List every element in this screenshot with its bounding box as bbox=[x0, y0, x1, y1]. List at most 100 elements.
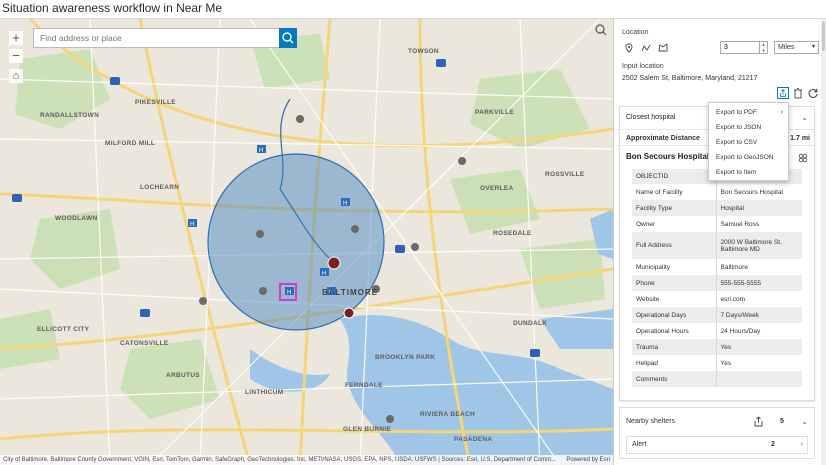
polygon-tool-icon[interactable] bbox=[658, 43, 668, 53]
scroll-thumb[interactable] bbox=[822, 21, 825, 51]
attr-key: Comments bbox=[632, 371, 717, 387]
attr-key: Helipad bbox=[632, 355, 717, 371]
attr-key: Trauma bbox=[632, 339, 717, 355]
zoom-in-button[interactable]: + bbox=[9, 31, 23, 45]
svg-text:H: H bbox=[287, 290, 291, 296]
map-label: MILFORD MILL bbox=[105, 140, 156, 147]
table-row: Phone 555-555-5555 bbox=[632, 275, 802, 291]
attr-key: Facility Type bbox=[632, 200, 717, 216]
attr-value: esri.com bbox=[720, 295, 746, 303]
near-me-panel: Location ▲ ▼ Miles ▾ Input location 2502… bbox=[613, 19, 826, 465]
attr-value: Baltimore bbox=[720, 263, 748, 271]
attr-value: 2000 W Baltimore St, Baltimore MD bbox=[716, 232, 802, 259]
map-label: LINTHICUM bbox=[245, 389, 284, 396]
map-label: CATONSVILLE bbox=[120, 340, 169, 347]
search-icon bbox=[282, 32, 294, 44]
table-row: Owner Samuel Ross bbox=[632, 216, 802, 232]
share-icon[interactable] bbox=[753, 416, 764, 427]
map-label-city: BALTIMORE bbox=[322, 288, 378, 297]
menu-item-export-item[interactable]: Export to Item bbox=[709, 166, 788, 180]
map-label: OVERLEA bbox=[480, 185, 514, 192]
map-view[interactable]: HHH HHH PIKESVILLE RANDALLSTOWN MILFORD … bbox=[0, 19, 613, 465]
app-title: Situation awareness workflow in Near Me bbox=[2, 1, 223, 15]
alert-row[interactable]: Alert 2 › bbox=[626, 436, 808, 454]
table-row: Helipad Yes bbox=[632, 355, 802, 371]
map-search bbox=[33, 28, 297, 48]
attr-key: Operational Days bbox=[632, 307, 717, 323]
polyline-tool-icon[interactable] bbox=[641, 43, 651, 53]
search-button[interactable] bbox=[279, 28, 297, 48]
map-label: BROOKLYN PARK bbox=[375, 354, 436, 361]
approx-distance-label: Approximate Distance bbox=[626, 135, 700, 142]
alert-label: Alert bbox=[632, 441, 647, 448]
map-label: ROSSVILLE bbox=[545, 171, 585, 178]
attr-key: Website bbox=[632, 291, 717, 307]
powered-by-esri[interactable]: Powered by Esri bbox=[566, 455, 610, 465]
menu-item-export-csv[interactable]: Export to CSV bbox=[709, 136, 788, 150]
map-label: ELLICOTT CITY bbox=[37, 326, 90, 333]
table-row: Website esri.com bbox=[632, 291, 802, 307]
map-label: FERNDALE bbox=[345, 382, 383, 389]
unit-select[interactable]: Miles ▾ bbox=[774, 41, 819, 54]
attr-value: Yes bbox=[716, 339, 802, 355]
approx-distance-value: 1.7 mi bbox=[790, 135, 810, 142]
table-row: Name of Facility Bon Secours Hospital bbox=[632, 184, 802, 200]
search-input[interactable] bbox=[34, 29, 280, 47]
table-row: Operational Hours 24 Hours/Day bbox=[632, 323, 802, 339]
location-label: Location bbox=[622, 29, 649, 36]
map-label: WOODLAWN bbox=[55, 215, 98, 222]
map-label: RANDALLSTOWN bbox=[40, 112, 100, 119]
attr-key: Name of Facility bbox=[632, 184, 717, 200]
alert-count: 2 bbox=[771, 441, 775, 448]
panel-scrollbar[interactable] bbox=[821, 19, 826, 465]
map-attribution: City of Baltimore, Baltimore County Gove… bbox=[0, 455, 613, 465]
chevron-right-icon: › bbox=[780, 109, 783, 116]
menu-item-export-geojson[interactable]: Export to GeoJSON bbox=[709, 151, 788, 165]
map-label: PIKESVILLE bbox=[135, 99, 176, 106]
map-label: GLEN BURNIE bbox=[343, 426, 392, 433]
distance-input[interactable] bbox=[720, 41, 760, 54]
table-row: Facility Type Hospital bbox=[632, 200, 802, 216]
map-label: LOCHEARN bbox=[140, 184, 180, 191]
chevron-down-icon[interactable]: ⌄ bbox=[801, 107, 808, 129]
map-label: DUNDALK bbox=[513, 320, 548, 327]
attribution-text: City of Baltimore, Baltimore County Gove… bbox=[3, 457, 557, 463]
map-label: PASADENA bbox=[454, 436, 493, 443]
nearby-shelters-card: Nearby shelters 5 ⌄ Alert 2 › bbox=[619, 407, 815, 459]
input-address: 2502 Salem St, Baltimore, Maryland, 2121… bbox=[622, 75, 758, 82]
export-button[interactable] bbox=[777, 87, 789, 99]
distance-stepper[interactable]: ▲ ▼ bbox=[760, 41, 768, 54]
refresh-icon[interactable] bbox=[807, 87, 819, 99]
svg-text:H: H bbox=[190, 222, 194, 228]
map-label: TOWSON bbox=[408, 48, 439, 55]
chevron-down-icon[interactable]: ⌄ bbox=[801, 417, 808, 426]
trash-icon[interactable] bbox=[792, 87, 804, 99]
map-search-icon[interactable] bbox=[594, 23, 608, 37]
attr-value: Samuel Ross bbox=[720, 220, 760, 228]
table-row: Full Address 2000 W Baltimore St, Baltimo… bbox=[632, 232, 802, 259]
table-row: Municipality Baltimore bbox=[632, 259, 802, 275]
point-tool-icon[interactable] bbox=[624, 43, 634, 53]
map-label: ARBUTUS bbox=[166, 372, 200, 379]
search-buffer bbox=[207, 153, 385, 331]
chevron-down-icon: ▾ bbox=[811, 44, 815, 50]
map-label: ROSEDALE bbox=[493, 230, 532, 237]
home-button[interactable]: ⌂ bbox=[9, 69, 23, 83]
attr-key: Municipality bbox=[632, 259, 717, 275]
menu-item-export-json[interactable]: Export to JSON bbox=[709, 121, 788, 135]
zoom-out-button[interactable]: − bbox=[9, 49, 23, 63]
attr-value: Yes bbox=[720, 359, 732, 367]
attr-value bbox=[716, 371, 802, 387]
menu-item-export-pdf[interactable]: Export to PDF › bbox=[709, 106, 788, 120]
attr-value: Bon Secours Hospital bbox=[720, 188, 784, 196]
title-bar: Situation awareness workflow in Near Me bbox=[0, 0, 826, 19]
svg-text:H: H bbox=[259, 148, 263, 154]
attr-key: OBJECTID bbox=[632, 169, 717, 184]
map-label: RIVIERA BEACH bbox=[420, 411, 475, 418]
export-menu: Export to PDF › Export to JSON Export to… bbox=[708, 102, 789, 181]
table-row: Trauma Yes bbox=[632, 339, 802, 355]
facility-title: Bon Secours Hospital bbox=[626, 152, 710, 161]
stepper-down-icon[interactable]: ▼ bbox=[760, 48, 767, 54]
attribute-table: OBJECTID Name of Facility Bon Secours Hos… bbox=[632, 169, 802, 387]
zoom-to-icon[interactable] bbox=[798, 153, 808, 163]
